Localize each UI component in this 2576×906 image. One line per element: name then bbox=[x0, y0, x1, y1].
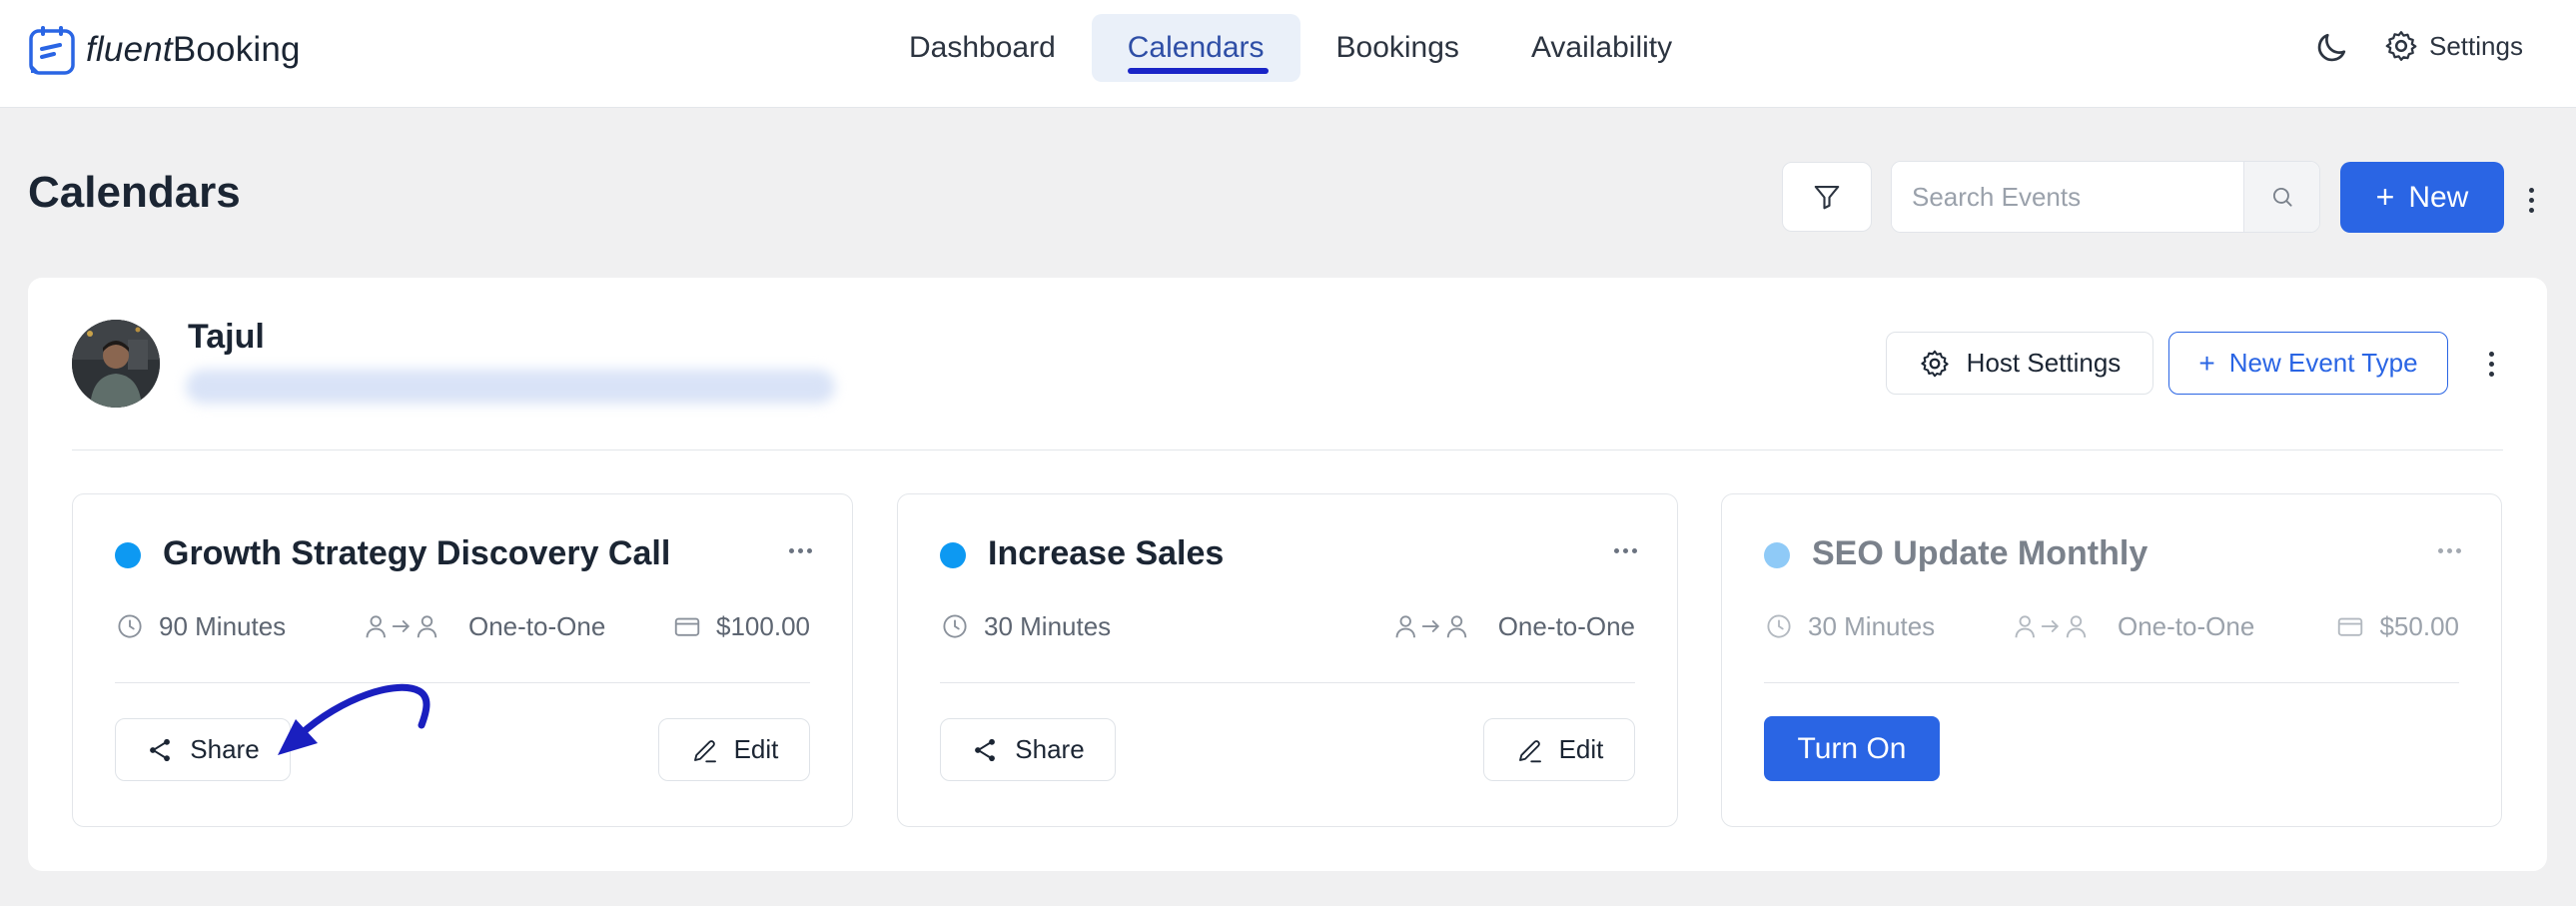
gear-icon bbox=[1921, 350, 1949, 377]
event-card: Increase Sales 30 Minutes One-to-One Sha… bbox=[897, 493, 1678, 827]
event-title[interactable]: SEO Update Monthly bbox=[1812, 534, 2147, 573]
credit-card-icon bbox=[674, 617, 700, 636]
divider bbox=[115, 682, 810, 683]
host-email-blurred bbox=[186, 370, 835, 404]
new-button[interactable]: + New bbox=[2340, 162, 2504, 233]
new-button-label: New bbox=[2408, 180, 2469, 214]
page-title: Calendars bbox=[28, 168, 241, 217]
share-icon bbox=[150, 738, 171, 761]
clock-icon bbox=[943, 614, 967, 638]
avatar-image bbox=[72, 320, 160, 408]
event-duration: 30 Minutes bbox=[1764, 606, 1935, 646]
event-type: One-to-One bbox=[2014, 606, 2254, 646]
divider bbox=[1764, 682, 2459, 683]
pencil-icon bbox=[1518, 739, 1541, 762]
filter-icon bbox=[1814, 185, 1840, 210]
fluentbooking-logo[interactable]: fluentBooking bbox=[28, 22, 301, 78]
search-icon bbox=[2272, 187, 2292, 207]
turn-on-button[interactable]: Turn On bbox=[1764, 716, 1940, 781]
nav-bookings[interactable]: Bookings bbox=[1300, 14, 1495, 82]
share-icon bbox=[975, 738, 996, 761]
event-color-dot bbox=[940, 542, 966, 568]
search-button[interactable] bbox=[2243, 162, 2319, 232]
top-navigation-bar: fluentBooking Dashboard Calendars Bookin… bbox=[0, 0, 2576, 108]
event-more-menu-icon[interactable] bbox=[1614, 548, 1637, 553]
share-button[interactable]: Share bbox=[940, 718, 1116, 781]
event-meta: 30 Minutes One-to-One $50.00 bbox=[1764, 606, 2459, 646]
share-label: Share bbox=[190, 734, 260, 764]
event-more-menu-icon[interactable] bbox=[2438, 548, 2461, 553]
duration-label: 30 Minutes bbox=[1808, 610, 1936, 641]
settings-link[interactable]: Settings bbox=[2383, 28, 2523, 64]
type-label: One-to-One bbox=[2118, 610, 2255, 641]
event-price: $100.00 bbox=[672, 606, 810, 646]
clock-icon bbox=[1767, 614, 1791, 638]
filter-button[interactable] bbox=[1782, 162, 1872, 232]
share-label: Share bbox=[1015, 734, 1085, 764]
edit-button[interactable]: Edit bbox=[658, 718, 810, 781]
host-name: Tajul bbox=[188, 318, 265, 356]
gear-icon bbox=[2385, 31, 2417, 61]
clock-icon bbox=[118, 614, 142, 638]
event-type: One-to-One bbox=[365, 606, 605, 646]
event-meta: 90 Minutes One-to-One $100.00 bbox=[115, 606, 810, 646]
host-calendar-card: Tajul Host Settings + New Event Type Gro… bbox=[28, 278, 2547, 871]
price-label: $50.00 bbox=[2379, 610, 2459, 641]
nav-dashboard[interactable]: Dashboard bbox=[873, 14, 1092, 82]
price-label: $100.00 bbox=[716, 610, 810, 641]
nav-availability[interactable]: Availability bbox=[1495, 14, 1708, 82]
event-color-dot bbox=[1764, 542, 1790, 568]
host-more-menu-icon[interactable] bbox=[2481, 344, 2501, 384]
logo-wordmark: fluentBooking bbox=[86, 30, 301, 70]
plus-icon: + bbox=[2375, 179, 2395, 215]
search-input[interactable] bbox=[1892, 162, 2243, 232]
new-event-type-label: New Event Type bbox=[2228, 348, 2418, 378]
logo-icon bbox=[29, 26, 75, 75]
logo-text-part2: Booking bbox=[172, 30, 301, 69]
type-label: One-to-One bbox=[468, 610, 606, 641]
pencil-icon bbox=[693, 739, 716, 762]
divider bbox=[940, 682, 1635, 683]
event-meta: 30 Minutes One-to-One bbox=[940, 606, 1635, 646]
edit-label: Edit bbox=[733, 734, 779, 764]
edit-label: Edit bbox=[1558, 734, 1604, 764]
duration-label: 90 Minutes bbox=[159, 610, 287, 641]
logo-text-part1: fluent bbox=[86, 30, 173, 69]
main-nav: Dashboard Calendars Bookings Availabilit… bbox=[873, 14, 1708, 82]
event-card: Growth Strategy Discovery Call 90 Minute… bbox=[72, 493, 853, 827]
search-events-box bbox=[1891, 161, 2320, 233]
one-to-one-icon bbox=[366, 615, 437, 638]
credit-card-icon bbox=[2338, 617, 2363, 636]
host-settings-label: Host Settings bbox=[1966, 348, 2122, 378]
new-event-type-button[interactable]: + New Event Type bbox=[2168, 332, 2448, 395]
event-duration: 30 Minutes bbox=[940, 606, 1111, 646]
page-more-menu-icon[interactable] bbox=[2521, 180, 2541, 220]
event-more-menu-icon[interactable] bbox=[789, 548, 812, 553]
duration-label: 30 Minutes bbox=[984, 610, 1112, 641]
type-label: One-to-One bbox=[1497, 610, 1635, 641]
plus-icon: + bbox=[2198, 347, 2215, 379]
event-title[interactable]: Growth Strategy Discovery Call bbox=[163, 534, 670, 573]
event-duration: 90 Minutes bbox=[115, 606, 286, 646]
event-price: $50.00 bbox=[2335, 606, 2459, 646]
one-to-one-icon bbox=[2015, 615, 2087, 638]
event-color-dot bbox=[115, 542, 141, 568]
event-type: One-to-One bbox=[1394, 606, 1635, 646]
event-title[interactable]: Increase Sales bbox=[988, 534, 1224, 573]
settings-label: Settings bbox=[2429, 30, 2523, 61]
host-settings-button[interactable]: Host Settings bbox=[1886, 332, 2153, 395]
host-avatar bbox=[72, 320, 160, 408]
nav-calendars[interactable]: Calendars bbox=[1091, 14, 1300, 82]
share-button[interactable]: Share bbox=[115, 718, 291, 781]
divider bbox=[72, 450, 2503, 451]
edit-button[interactable]: Edit bbox=[1483, 718, 1635, 781]
event-card-disabled: SEO Update Monthly 30 Minutes One-to-One… bbox=[1721, 493, 2502, 827]
one-to-one-icon bbox=[1395, 615, 1466, 638]
moon-icon[interactable] bbox=[2313, 30, 2349, 66]
